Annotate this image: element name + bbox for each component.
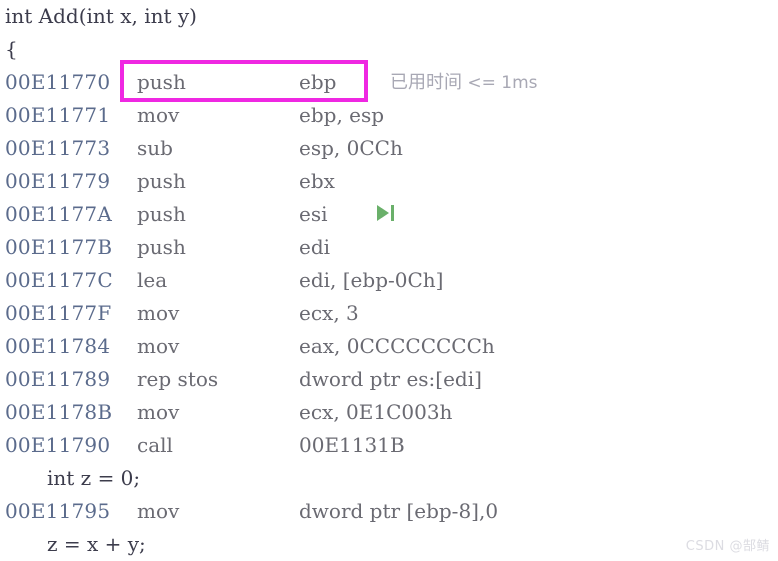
instruction-row[interactable]: 00E11770 push ebp <box>0 66 778 99</box>
instruction-row[interactable]: 00E1177C lea edi, [ebp-0Ch] <box>0 264 778 297</box>
elapsed-time-value: <= 1ms <box>467 73 538 93</box>
run-to-cursor-icon[interactable] <box>375 203 395 223</box>
instruction-row[interactable]: 00E11779 push ebx <box>0 165 778 198</box>
instruction-mnemonic: lea <box>137 268 168 292</box>
instruction-operands: eax, 0CCCCCCCCh <box>299 334 495 358</box>
instruction-address: 00E1177A <box>5 202 112 226</box>
instruction-address: 00E11773 <box>5 136 111 160</box>
instruction-mnemonic: mov <box>137 301 180 325</box>
instruction-mnemonic: mov <box>137 103 180 127</box>
instruction-operands: ebp <box>299 70 337 94</box>
instruction-row[interactable]: 00E11771 mov ebp, esp <box>0 99 778 132</box>
instruction-mnemonic: mov <box>137 499 180 523</box>
instruction-mnemonic: push <box>137 70 186 94</box>
instruction-mnemonic: call <box>137 433 173 457</box>
instruction-operands: ecx, 3 <box>299 301 359 325</box>
instruction-row[interactable]: 00E11795 mov dword ptr [ebp-8],0 <box>0 495 778 528</box>
source-line-text: int Add(int x, int y) <box>5 4 197 28</box>
instruction-operands: ebx <box>299 169 335 193</box>
instruction-row[interactable]: 00E11789 rep stos dword ptr es:[edi] <box>0 363 778 396</box>
source-line-row[interactable]: z = x + y; <box>0 528 778 561</box>
instruction-operands: 00E1131B <box>299 433 405 457</box>
elapsed-time-label: 已用时间 <box>390 72 462 93</box>
source-line-text: int z = 0; <box>47 466 141 490</box>
instruction-mnemonic: push <box>137 235 186 259</box>
source-line-text: { <box>5 37 18 61</box>
disassembly-view[interactable]: int Add(int x, int y){00E11770 push ebp 00E… <box>0 0 778 560</box>
elapsed-time-tooltip: 已用时间 <= 1ms <box>390 68 538 94</box>
instruction-mnemonic: mov <box>137 334 180 358</box>
source-line-row[interactable]: int z = 0; <box>0 462 778 495</box>
source-line-row[interactable]: { <box>0 33 778 66</box>
instruction-address: 00E1177F <box>5 301 112 325</box>
instruction-operands: esi <box>299 202 328 226</box>
instruction-mnemonic: sub <box>137 136 173 160</box>
instruction-row[interactable]: 00E11773 sub esp, 0CCh <box>0 132 778 165</box>
instruction-address: 00E11779 <box>5 169 111 193</box>
instruction-operands: dword ptr [ebp-8],0 <box>299 499 499 523</box>
instruction-address: 00E11790 <box>5 433 111 457</box>
instruction-row[interactable]: 00E1178B mov ecx, 0E1C003h <box>0 396 778 429</box>
instruction-operands: ecx, 0E1C003h <box>299 400 453 424</box>
instruction-row[interactable]: 00E11790 call 00E1131B <box>0 429 778 462</box>
instruction-row[interactable]: 00E1177F mov ecx, 3 <box>0 297 778 330</box>
source-line-text: z = x + y; <box>47 532 146 556</box>
instruction-operands: edi, [ebp-0Ch] <box>299 268 444 292</box>
instruction-operands: edi <box>299 235 331 259</box>
instruction-mnemonic: push <box>137 202 186 226</box>
instruction-address: 00E11795 <box>5 499 111 523</box>
instruction-address: 00E11770 <box>5 70 111 94</box>
source-line-row[interactable]: int Add(int x, int y) <box>0 0 778 33</box>
instruction-address: 00E11789 <box>5 367 111 391</box>
instruction-operands: dword ptr es:[edi] <box>299 367 482 391</box>
instruction-address: 00E11771 <box>5 103 111 127</box>
instruction-mnemonic: push <box>137 169 186 193</box>
instruction-address: 00E1178B <box>5 400 113 424</box>
instruction-row[interactable]: 00E11784 mov eax, 0CCCCCCCCh <box>0 330 778 363</box>
instruction-mnemonic: mov <box>137 400 180 424</box>
instruction-address: 00E11784 <box>5 334 111 358</box>
instruction-mnemonic: rep stos <box>137 367 219 391</box>
instruction-operands: esp, 0CCh <box>299 136 403 160</box>
watermark: CSDN @郜鲭 <box>685 539 770 554</box>
instruction-operands: ebp, esp <box>299 103 385 127</box>
instruction-address: 00E1177C <box>5 268 113 292</box>
instruction-address: 00E1177B <box>5 235 113 259</box>
instruction-row[interactable]: 00E1177B push edi <box>0 231 778 264</box>
